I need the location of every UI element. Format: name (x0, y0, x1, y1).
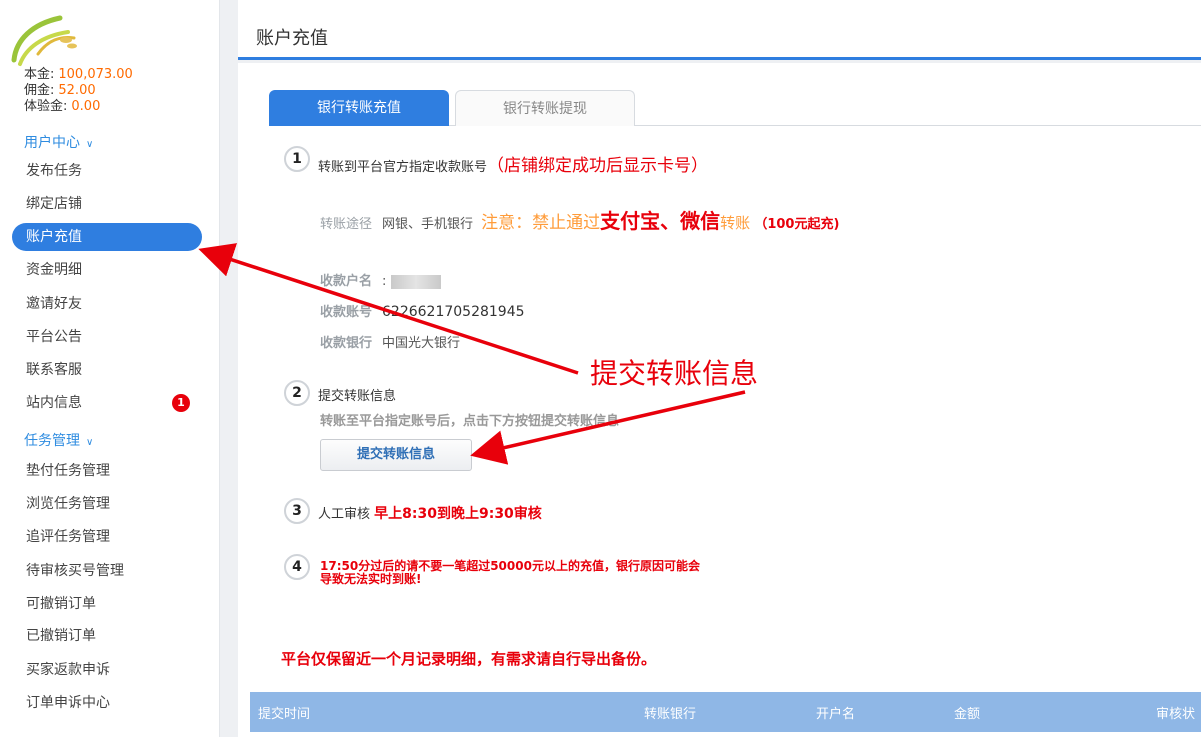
min-amount-note: （100元起充) (754, 217, 840, 232)
step-1-title: 转账到平台官方指定收款账号（店铺绑定成功后显示卡号） (318, 151, 708, 176)
step-1-note: （店铺绑定成功后显示卡号） (487, 156, 709, 176)
payee-value: : (382, 274, 387, 289)
sidebar-item-funds-detail[interactable]: 资金明细 (12, 256, 202, 284)
group-user-center[interactable]: 用户中心 ∨ (24, 132, 93, 152)
trial-value: 0.00 (71, 99, 101, 114)
sidebar-item-invite[interactable]: 邀请好友 (12, 290, 202, 318)
chevron-down-icon: ∨ (86, 139, 94, 150)
payee-bank-row: 收款银行 中国光大银行 (320, 332, 460, 351)
bank-label: 收款银行 (320, 336, 373, 351)
step-4-line-2: 导致无法实时到账! (320, 572, 422, 586)
masked-payee-name (390, 274, 441, 289)
payee-label: 收款户名 (320, 274, 373, 289)
retention-notice: 平台仅保留近一个月记录明细，有需求请自行导出备份。 (281, 650, 657, 668)
sidebar-item-appeal-center[interactable]: 订单申诉中心 (12, 689, 202, 717)
step-3-label: 人工审核 (318, 507, 371, 522)
transfer-route: 转账途径 网银、手机银行 注意：禁止通过支付宝、微信转账 （100元起充) (320, 206, 840, 240)
col-account-name: 开户名 (816, 707, 856, 722)
step-4-number: 4 (284, 554, 310, 580)
records-table-header: 提交时间 转账银行 开户名 金额 审核状 (250, 692, 1201, 732)
col-transfer-bank: 转账银行 (644, 707, 697, 722)
tab-bank-recharge[interactable]: 银行转账充值 (269, 90, 449, 126)
step-4-warning: 17:50分过后的请不要一笔超过50000元以上的充值，银行原因可能会 导致无法… (320, 560, 700, 586)
inbox-badge: 1 (172, 394, 190, 412)
step-1-number: 1 (284, 146, 310, 172)
chevron-down-icon: ∨ (86, 437, 94, 448)
group-task-management[interactable]: 任务管理 ∨ (24, 430, 93, 450)
route-value: 网银、手机银行 (382, 217, 474, 232)
sidebar: 本金: 100,073.00 佣金: 52.00 体验金: 0.00 用户中心 ∨ 发布… (0, 0, 220, 737)
step-3-number: 3 (284, 498, 310, 524)
sidebar-item-browse-tasks[interactable]: 浏览任务管理 (12, 490, 202, 518)
account-label: 收款账号 (320, 305, 373, 320)
col-review-status: 审核状 (1156, 707, 1196, 722)
main-content: 银行转账充值 银行转账提现 1 转账到平台官方指定收款账号（店铺绑定成功后显示卡… (238, 63, 1201, 737)
logo-icon (8, 10, 78, 68)
sidebar-item-publish-task[interactable]: 发布任务 (12, 157, 202, 185)
sidebar-item-cancellable-orders[interactable]: 可撤销订单 (12, 590, 202, 618)
account-value: 6226621705281945 (382, 304, 525, 320)
principal-label: 本金: (24, 67, 55, 82)
sidebar-item-buyer-review[interactable]: 待审核买号管理 (12, 557, 202, 585)
page-title: 账户充值 (256, 28, 328, 49)
group-task-label: 任务管理 (24, 433, 80, 449)
tab-bar: 银行转账充值 银行转账提现 (269, 90, 1201, 126)
col-amount: 金额 (954, 707, 981, 722)
commission-value: 52.00 (58, 83, 96, 98)
route-label: 转账途径 (320, 217, 373, 232)
payee-account-row: 收款账号 6226621705281945 (320, 301, 525, 320)
page-header: 账户充值 (238, 0, 1201, 60)
bank-value: 中国光大银行 (382, 336, 461, 351)
submit-transfer-button[interactable]: 提交转账信息 (320, 439, 472, 471)
warn-suffix: 转账 (720, 214, 751, 232)
warn-prefix: 注意：禁止通过 (481, 213, 601, 233)
account-balance: 本金: 100,073.00 佣金: 52.00 体验金: 0.00 (24, 67, 133, 115)
step-2-label: 提交转账信息 (318, 389, 397, 404)
sidebar-item-refund-appeal[interactable]: 买家返款申诉 (12, 656, 202, 684)
col-submit-time: 提交时间 (258, 707, 311, 722)
step-1-label: 转账到平台官方指定收款账号 (318, 160, 488, 175)
sidebar-item-recharge[interactable]: 账户充值 (12, 223, 202, 251)
group-user-center-label: 用户中心 (24, 135, 80, 151)
sidebar-item-cancelled-orders[interactable]: 已撤销订单 (12, 622, 202, 650)
sidebar-item-advance-tasks[interactable]: 垫付任务管理 (12, 457, 202, 485)
warn-strong: 支付宝、微信 (600, 209, 721, 233)
sidebar-item-support[interactable]: 联系客服 (12, 356, 202, 384)
tab-bank-withdraw[interactable]: 银行转账提现 (455, 90, 635, 126)
step-2-hint: 转账至平台指定账号后，点击下方按钮提交转账信息 (320, 414, 620, 429)
app-root: 本金: 100,073.00 佣金: 52.00 体验金: 0.00 用户中心 ∨ 发布… (0, 0, 1201, 737)
step-2-number: 2 (284, 380, 310, 406)
principal-value: 100,073.00 (58, 67, 133, 82)
review-hours: 早上8:30到晚上9:30审核 (374, 506, 542, 522)
sidebar-item-bind-shop[interactable]: 绑定店铺 (12, 190, 202, 218)
sidebar-item-announcements[interactable]: 平台公告 (12, 323, 202, 351)
step-3-title: 人工审核 早上8:30到晚上9:30审核 (318, 503, 542, 523)
sidebar-item-followup-tasks[interactable]: 追评任务管理 (12, 523, 202, 551)
payee-name-row: 收款户名: (320, 270, 441, 289)
commission-label: 佣金: (24, 83, 55, 98)
trial-label: 体验金: (24, 99, 68, 114)
annotation-label: 提交转账信息 (590, 357, 759, 390)
